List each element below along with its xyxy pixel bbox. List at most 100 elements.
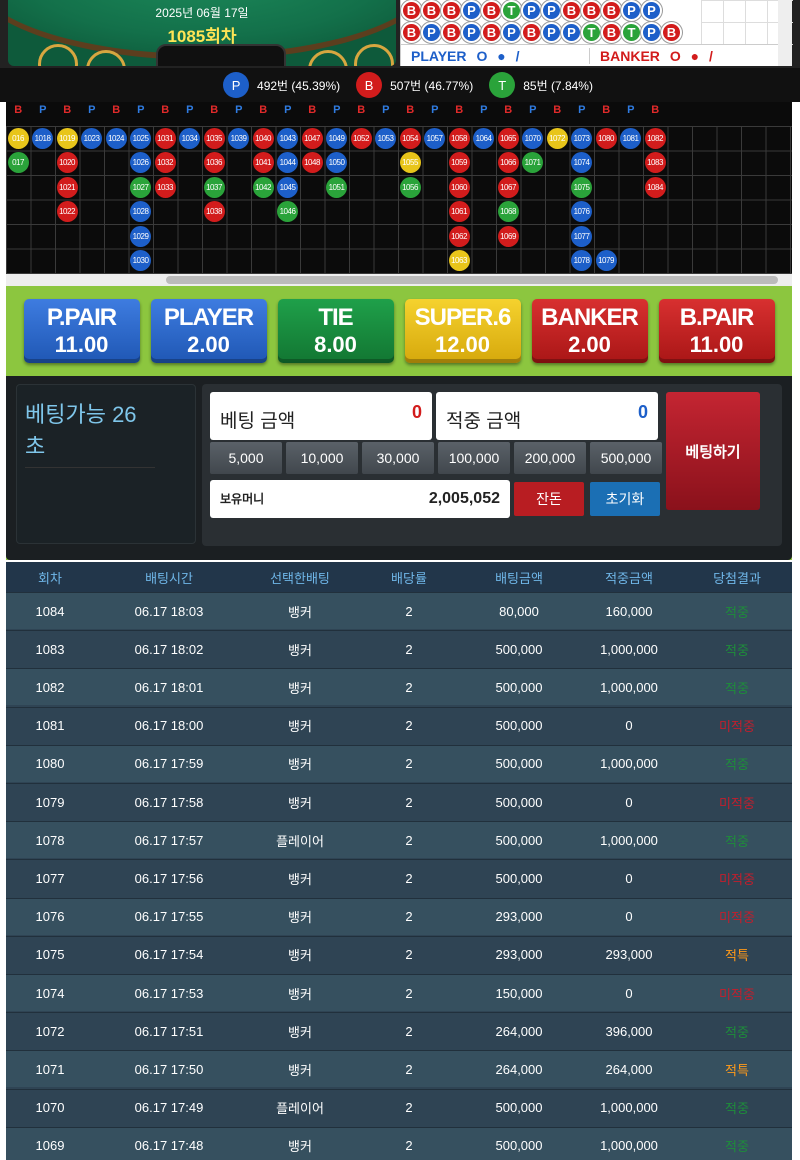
bead-cell: B [441,22,462,43]
table-cell: 1,000,000 [600,1100,658,1116]
table-cell: 1082 [35,679,65,695]
bet-option-banker[interactable]: BANKER 2.00 [531,299,648,363]
table-cell: 1081 [35,718,65,734]
bet-form-area: 베팅가능 26초 베팅 금액 0 적중 금액 0 5,000 10,000 30,0… [6,376,792,560]
bead-cell: B [401,22,422,43]
road-cell: 017 [7,152,29,173]
table-cell: 0 [625,870,633,886]
chip-button[interactable]: 200,000 [514,442,586,474]
road-cell: 1048 [301,152,323,173]
road-cell: 1046 [277,201,298,222]
road-cell: 1076 [571,201,592,222]
table-cell: 2 [405,870,413,886]
table-cell: 80,000 [499,603,539,619]
road-cell: 1032 [154,152,176,173]
road-cell: 1052 [350,127,372,149]
table-cell: 06.17 17:51 [134,1023,204,1039]
bet-history-table: 회차 배팅시간 선택한배팅 배당률 배팅금액 적중금액 당첨결과 1084 06.17 18:… [6,562,792,1160]
road-scrollbar[interactable] [6,274,792,286]
road-header-cell: B [602,104,611,116]
road-scroll-thumb[interactable] [166,276,778,284]
bet-option-odds: 12.00 [434,332,491,357]
bead-row-1: BBBPBTPPBBBPP [401,0,662,22]
table-cell: 500,000 [495,718,543,734]
small-change-button[interactable]: 잔돈 [514,482,584,516]
bet-option-p-pair[interactable]: P.PAIR 11.00 [23,299,140,363]
road-header: BPBPBPBPBPBPBPBPBPBPBPBPBPB [6,104,792,124]
table-cell: 293,000 [495,947,543,963]
bead-cell: B [401,0,422,21]
bead-cell: B [421,0,442,21]
road-cell: 1065 [497,127,519,149]
table-cell: 뱅커 [288,604,312,620]
table-cell: 뱅커 [288,871,312,887]
bet-option-super-6[interactable]: SUPER.6 12.00 [404,299,521,363]
table-cell: 06.17 17:53 [134,985,204,1001]
bet-option-odds: 11.00 [689,332,744,357]
table-row: 1080 06.17 17:59 뱅커 2 500,000 1,000,000 적중 [6,744,792,782]
bead-cell: B [521,22,542,43]
table-cell: 1083 [35,641,65,657]
bet-option-player[interactable]: PLAYER 2.00 [150,299,267,363]
road-header-cell: B [308,104,317,116]
table-row: 1076 06.17 17:55 뱅커 2 293,000 0 미적중 [6,897,792,935]
road-header-cell: B [651,104,660,116]
bet-option-name: P.PAIR [46,304,117,331]
table-cell: 500,000 [495,832,543,848]
road-header-cell: P [235,104,243,116]
table-cell: 06.17 18:01 [134,679,204,695]
table-cell: 뱅커 [288,1024,312,1040]
road-cell: 1071 [522,152,543,173]
table-cell: 06.17 18:03 [134,603,204,619]
road-header-cell: B [259,104,268,116]
table-cell: 1070 [35,1100,65,1116]
chip-button[interactable]: 30,000 [362,442,434,474]
chip-button[interactable]: 5,000 [210,442,282,474]
bet-amount-label: 베팅 금액 [220,411,296,432]
table-cell: 06.17 17:58 [134,794,204,810]
table-row: 1071 06.17 17:50 뱅커 2 264,000 264,000 적특 [6,1050,792,1088]
bead-cell: B [601,0,622,21]
road-cell: 1024 [105,127,127,149]
road-header-cell: P [186,104,194,116]
bet-option-name: PLAYER [163,304,254,331]
column-header: 배팅금액 [495,570,543,586]
bet-option-odds: 8.00 [314,332,357,357]
bet-amount-field[interactable]: 베팅 금액 0 [210,392,432,440]
road-header-cell: P [333,104,341,116]
road-cell: 1045 [277,176,298,198]
bead-legend: PLAYER O ● / BANKER O ● / [401,44,793,66]
balance-label: 보유머니 [220,492,265,506]
chip-button[interactable]: 100,000 [438,442,510,474]
bead-scrollbar[interactable] [778,0,792,66]
bet-option-name: BANKER [541,304,639,331]
road-cell: 1078 [571,250,592,271]
table-cell: 396,000 [605,1023,653,1039]
table-cell: 적중 [725,1139,749,1155]
big-road: BPBPBPBPBPBPBPBPBPBPBPBPBPB 016 1018 1019 1… [6,102,792,274]
table-cell: 06.17 17:50 [134,1061,204,1077]
road-cell: 1044 [277,152,298,173]
road-header-cell: B [63,104,72,116]
road-cell: 1056 [399,176,421,198]
table-cell: 뱅커 [288,642,312,658]
table-row: 1078 06.17 17:57 플레이어 2 500,000 1,000,000 적중 [6,821,792,859]
chip-button[interactable]: 10,000 [286,442,358,474]
table-cell: 06.17 17:55 [134,909,204,925]
road-header-cell: B [210,104,219,116]
chip-button[interactable]: 500,000 [590,442,662,474]
table-cell: 06.17 18:02 [134,641,204,657]
table-cell: 미적중 [719,719,755,735]
road-cell: 1059 [448,152,470,173]
road-cell: 1069 [497,225,519,247]
bet-option-b-pair[interactable]: B.PAIR 11.00 [658,299,775,363]
bet-form: 베팅 금액 0 적중 금액 0 5,000 10,000 30,000 100,000… [202,384,782,546]
table-cell: 적중 [725,680,749,696]
place-bet-button[interactable]: 베팅하기 [666,392,760,510]
balance-field: 보유머니 2,005,052 [210,480,510,518]
road-cell: 1054 [399,127,421,149]
bead-cell: T [621,22,642,43]
bet-option-tie[interactable]: TIE 8.00 [277,299,394,363]
road-header-cell: P [627,104,635,116]
reset-button[interactable]: 초기화 [590,482,660,516]
